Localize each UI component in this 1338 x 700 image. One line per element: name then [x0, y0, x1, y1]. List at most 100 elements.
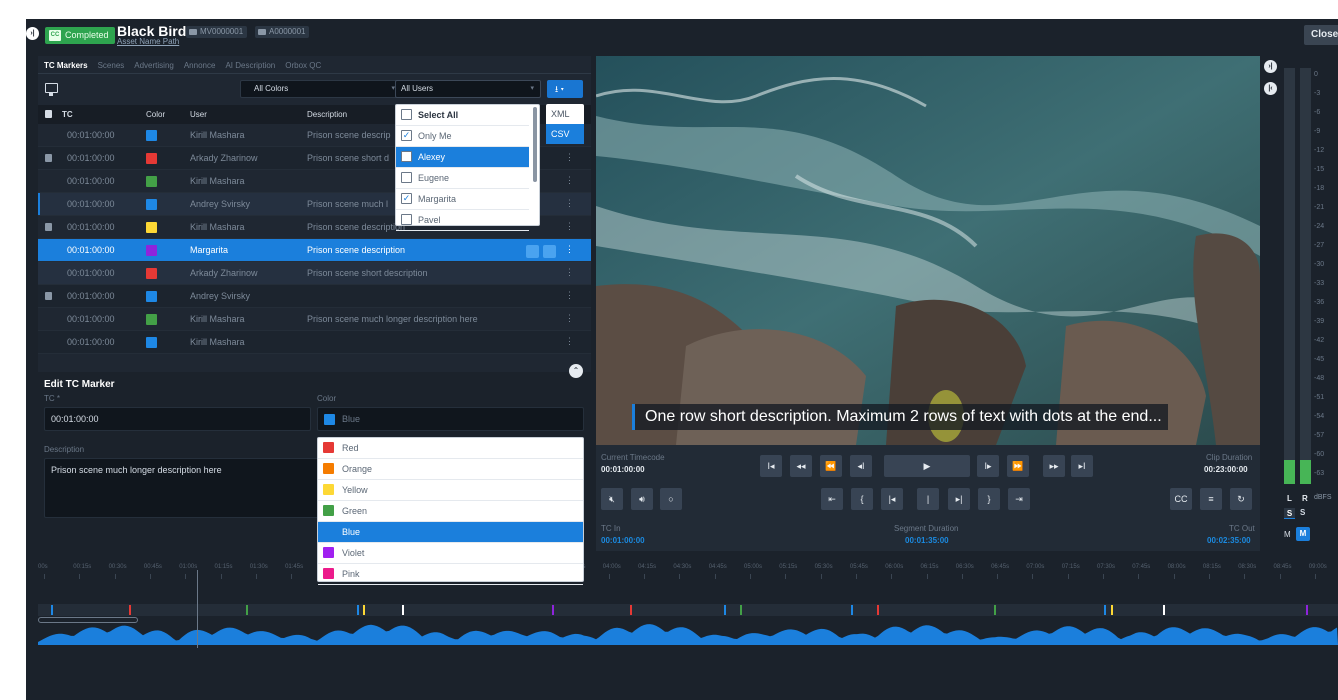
- fast-forward-button[interactable]: ▸▸: [1043, 455, 1065, 477]
- checkbox[interactable]: ✓: [401, 193, 412, 204]
- table-row[interactable]: 00:01:00:00 Arkady Zharinow Prison scene s…: [38, 262, 591, 285]
- user-option[interactable]: Alexey: [396, 147, 529, 168]
- mark-out-button[interactable]: }: [978, 488, 1000, 510]
- timeline-marker[interactable]: [356, 605, 359, 615]
- table-row[interactable]: 00:01:00:00 Kirill Mashara Prison scene mu…: [38, 308, 591, 331]
- tab-annonce[interactable]: Annonce: [184, 61, 216, 70]
- close-button[interactable]: Close: [1304, 25, 1338, 45]
- audio-waveform[interactable]: [38, 617, 1338, 645]
- export-button[interactable]: ⭳ ▾: [547, 80, 583, 98]
- marker-lane[interactable]: [38, 604, 1338, 616]
- timeline-marker[interactable]: [850, 605, 853, 615]
- go-to-out-button[interactable]: ▸|: [948, 488, 970, 510]
- mark-out-next-button[interactable]: ⇥: [1008, 488, 1030, 510]
- play-button[interactable]: ▶: [884, 455, 970, 477]
- user-option[interactable]: Pavel: [396, 210, 529, 231]
- user-option[interactable]: Eugene: [396, 168, 529, 189]
- col-tc[interactable]: TC: [62, 110, 73, 119]
- mute-icon[interactable]: 🔇︎: [601, 488, 623, 510]
- step-forward-big-button[interactable]: ⏩: [1007, 455, 1029, 477]
- lock-icon[interactable]: [45, 154, 52, 162]
- checkbox[interactable]: [401, 172, 412, 183]
- col-description[interactable]: Description: [307, 110, 347, 119]
- color-filter-select[interactable]: All Colors ▾: [240, 80, 402, 98]
- more-icon[interactable]: ⋮: [565, 152, 574, 163]
- more-icon[interactable]: ⋮: [565, 221, 574, 232]
- timeline-marker[interactable]: [876, 605, 879, 615]
- tab-advertising[interactable]: Advertising: [134, 61, 174, 70]
- mark-in-button[interactable]: {: [851, 488, 873, 510]
- timeline-marker[interactable]: [1162, 605, 1165, 615]
- checkbox[interactable]: ✓: [401, 130, 412, 141]
- timeline-marker[interactable]: [629, 605, 632, 615]
- table-row[interactable]: 00:01:00:00 Margarita Prison scene descrip…: [38, 239, 591, 262]
- timeline-marker[interactable]: [129, 605, 131, 615]
- col-color[interactable]: Color: [146, 110, 165, 119]
- loop-icon[interactable]: ○: [660, 488, 682, 510]
- step-forward-button[interactable]: I▸: [977, 455, 999, 477]
- mute-right-button[interactable]: M: [1296, 527, 1310, 541]
- asset-path-link[interactable]: Asset Name Path: [117, 37, 179, 46]
- timeline-marker[interactable]: [402, 605, 404, 615]
- go-start-button[interactable]: I◂: [760, 455, 782, 477]
- replay-icon[interactable]: ↻: [1230, 488, 1252, 510]
- timeline-marker[interactable]: [551, 605, 554, 615]
- more-icon[interactable]: ⋮: [565, 267, 574, 278]
- tab-scenes[interactable]: Scenes: [98, 61, 125, 70]
- color-option-red[interactable]: Red: [318, 438, 583, 459]
- export-xml[interactable]: XML: [546, 104, 584, 124]
- go-end-button[interactable]: ▸I: [1071, 455, 1093, 477]
- tc-input[interactable]: 00:01:00:00: [44, 407, 311, 431]
- lock-icon[interactable]: [45, 223, 52, 231]
- color-option-pink[interactable]: Pink: [318, 564, 583, 585]
- timeline-marker[interactable]: [363, 605, 365, 615]
- tab-orbox-qc[interactable]: Orbox QC: [285, 61, 321, 70]
- timeline-marker[interactable]: [1110, 605, 1113, 615]
- collapse-meters-icon[interactable]: |‹: [1264, 82, 1277, 95]
- lock-icon[interactable]: [45, 292, 52, 300]
- more-icon[interactable]: ⋮: [565, 313, 574, 324]
- lock-toggle-icon[interactable]: [543, 245, 556, 258]
- dropdown-scrollbar[interactable]: [533, 107, 537, 182]
- timeline-marker[interactable]: [993, 605, 996, 615]
- color-option-violet[interactable]: Violet: [318, 543, 583, 564]
- user-option[interactable]: ✓ Margarita: [396, 189, 529, 210]
- mark-in-prev-button[interactable]: ⇤: [821, 488, 843, 510]
- user-option[interactable]: Select All: [396, 105, 529, 126]
- table-row[interactable]: 00:01:00:00 Kirill Mashara ⋮: [38, 331, 591, 354]
- more-icon[interactable]: ⋮: [565, 290, 574, 301]
- export-csv[interactable]: CSV: [546, 124, 584, 144]
- user-option[interactable]: ✓ Only Me: [396, 126, 529, 147]
- expand-icon[interactable]: ›|: [1264, 60, 1277, 73]
- timeline-marker[interactable]: [1104, 605, 1106, 615]
- timeline-marker[interactable]: [51, 605, 53, 615]
- add-marker-button[interactable]: |: [917, 488, 939, 510]
- rewind-button[interactable]: ◂◂: [790, 455, 812, 477]
- color-option-yellow[interactable]: Yellow: [318, 480, 583, 501]
- step-back-big-button[interactable]: ⏪: [820, 455, 842, 477]
- timeline-marker[interactable]: [246, 605, 248, 615]
- col-user[interactable]: User: [190, 110, 207, 119]
- timeline-marker[interactable]: [724, 605, 727, 615]
- timeline-ruler[interactable]: 00s 00:15s 00:30s 00:45s 01:00s 01:15s 01:30s 0…: [26, 557, 1338, 587]
- color-option-blue[interactable]: Blue: [318, 522, 583, 543]
- playlist-icon[interactable]: ≡: [1200, 488, 1222, 510]
- checkbox[interactable]: [401, 214, 412, 225]
- tab-ai-description[interactable]: AI Description: [225, 61, 275, 70]
- collapse-icon[interactable]: ⌃: [569, 364, 583, 378]
- table-row[interactable]: 00:01:00:00 Andrey Svirsky ⋮: [38, 285, 591, 308]
- delete-icon[interactable]: [526, 245, 539, 258]
- more-icon[interactable]: ⋮: [565, 336, 574, 347]
- tab-tc-markers[interactable]: TC Markers: [44, 61, 88, 70]
- more-icon[interactable]: ⋮: [565, 175, 574, 186]
- step-back-button[interactable]: ◂I: [850, 455, 872, 477]
- sidebar-toggle-icon[interactable]: ›|: [26, 27, 39, 40]
- checkbox[interactable]: [401, 109, 412, 120]
- timeline-marker[interactable]: [1305, 605, 1308, 615]
- go-to-in-button[interactable]: |◂: [881, 488, 903, 510]
- color-option-green[interactable]: Green: [318, 501, 583, 522]
- solo-right-button[interactable]: S: [1300, 508, 1305, 517]
- checkbox[interactable]: [401, 151, 412, 162]
- timeline-marker[interactable]: [740, 605, 742, 615]
- volume-icon[interactable]: 🔊︎: [631, 488, 653, 510]
